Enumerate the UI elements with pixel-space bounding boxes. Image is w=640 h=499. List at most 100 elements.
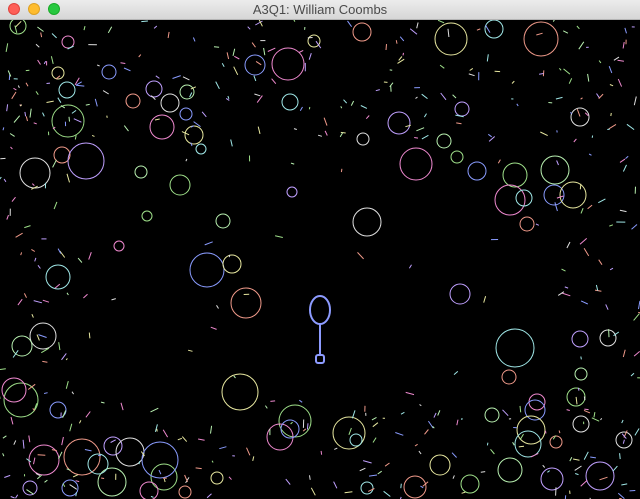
particle [630,372,635,377]
particle [255,60,262,66]
particle [6,104,9,112]
particle [0,368,6,370]
particle [580,97,583,100]
particle [51,449,57,452]
particle [163,478,166,483]
particle [480,471,486,473]
particle [219,446,227,450]
bubble [271,47,305,81]
bubble [221,373,259,411]
particle [17,85,20,89]
particle [84,449,92,452]
particle [290,162,295,165]
bubble [484,407,500,423]
particle [447,28,450,38]
particle [385,44,387,51]
particle [580,208,584,214]
particle [3,178,7,183]
particle [247,26,251,30]
particle [577,387,580,391]
particle [299,399,303,403]
particle [11,196,16,202]
particle [206,493,212,499]
bubble [502,162,528,188]
particle [599,476,608,481]
particle [320,450,323,455]
particle [57,97,62,103]
particle [22,439,25,449]
bubble [574,367,588,381]
particle [88,252,92,260]
particle [59,250,66,258]
particle [72,474,79,478]
particle [162,429,169,438]
particle [0,176,2,180]
particle [424,429,429,435]
particle [368,474,378,477]
particle [397,58,405,64]
particle [584,408,589,411]
particle [190,142,193,147]
bubble [360,481,374,495]
bubble [1,377,27,403]
particle [468,73,475,77]
bubble [11,335,33,357]
particle [383,490,391,497]
particle [621,483,628,486]
particle [578,41,585,50]
paddle-head [309,295,331,325]
particle [461,491,466,494]
particle [215,81,220,90]
particle [36,334,40,341]
game-canvas[interactable] [0,20,640,499]
particle [150,407,159,413]
particle [600,417,603,421]
particle [625,155,629,159]
particle [384,462,390,467]
bubble [449,283,471,305]
particle [469,67,474,71]
particle [9,133,15,137]
bubble [286,186,298,198]
bubble [495,328,535,368]
particle [68,116,70,122]
particle [317,134,323,137]
particle [33,300,43,304]
bubble [501,369,517,385]
particle [530,452,539,458]
particle [408,264,412,269]
particle [357,252,364,260]
particle [83,25,86,31]
particle [25,116,28,122]
particle [10,496,15,499]
particle [612,465,618,472]
bubble [349,433,363,447]
particle [302,428,307,432]
particle [561,292,571,297]
particle [216,305,219,309]
particle [344,491,353,494]
particle [15,232,23,238]
particle [377,470,382,475]
particle [564,495,567,499]
particle [421,134,429,140]
particle [138,461,141,465]
particle [552,20,555,22]
particle [456,122,462,125]
particle [6,214,9,220]
particle [595,284,599,291]
particle [562,30,569,34]
particle [263,47,266,56]
particle [437,410,441,416]
particle [540,131,548,137]
particle [31,183,35,186]
particle [563,68,571,75]
bubble [145,80,163,98]
particle [2,453,5,457]
particle [624,27,627,34]
particle [575,396,578,405]
particle [418,450,422,455]
particle [542,464,546,468]
particle [102,90,109,95]
particle [58,342,61,351]
